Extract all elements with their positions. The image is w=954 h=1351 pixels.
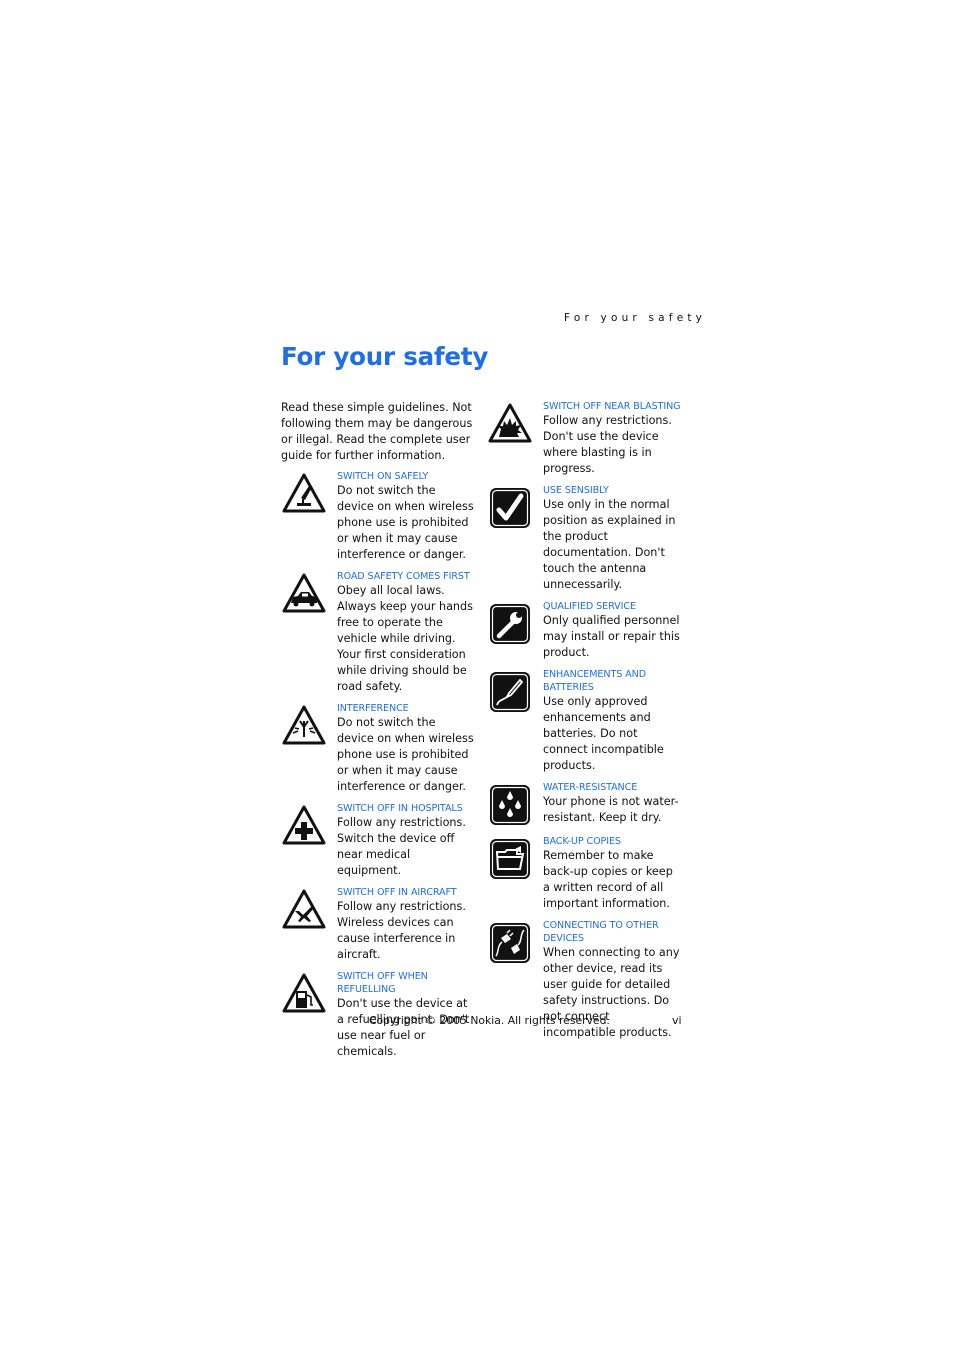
item-heading: WATER-RESISTANCE [543, 782, 638, 793]
safety-item: ENHANCEMENTS AND BATTERIES Use only appr… [487, 668, 687, 774]
item-body: Follow any restrictions. Don't use the d… [543, 414, 672, 475]
interference-icon [281, 703, 327, 749]
safety-item: SWITCH ON SAFELY Do not switch the devic… [281, 470, 481, 563]
copyright-text: Copyright © 2005 Nokia. All rights reser… [369, 1014, 610, 1027]
plugs-icon [487, 920, 533, 966]
item-body: Your phone is not water-resistant. Keep … [543, 795, 679, 824]
running-head: For your safety [564, 312, 707, 324]
switch-on-safely-icon [281, 471, 327, 517]
safety-item: INTERFERENCE Do not switch the device on… [281, 702, 481, 795]
item-body: Use only approved enhancements and batte… [543, 695, 664, 772]
water-drops-icon [487, 782, 533, 828]
item-heading: USE SENSIBLY [543, 485, 609, 496]
item-heading: INTERFERENCE [337, 703, 409, 714]
cable-icon [487, 669, 533, 715]
item-heading: SWITCH OFF IN AIRCRAFT [337, 887, 457, 898]
item-body: Remember to make back-up copies or keep … [543, 849, 673, 910]
safety-item: BACK-UP COPIES Remember to make back-up … [487, 835, 687, 912]
item-body: Follow any restrictions. Switch the devi… [337, 816, 466, 877]
item-body: Only qualified personnel may install or … [543, 614, 680, 659]
safety-item: SWITCH OFF IN HOSPITALS Follow any restr… [281, 802, 481, 879]
safety-item: ROAD SAFETY COMES FIRST Obey all local l… [281, 570, 481, 695]
item-body: Don't use the device at a refuelling poi… [337, 997, 470, 1058]
item-heading: SWITCH OFF IN HOSPITALS [337, 803, 463, 814]
item-body: Obey all local laws. Always keep your ha… [337, 584, 473, 693]
car-icon [281, 571, 327, 617]
wrench-icon [487, 601, 533, 647]
item-body: Do not switch the device on when wireles… [337, 484, 474, 561]
item-heading: SWITCH OFF NEAR BLASTING [543, 401, 681, 412]
item-body: Use only in the normal position as expla… [543, 498, 676, 591]
safety-item: SWITCH OFF NEAR BLASTING Follow any rest… [487, 400, 687, 477]
left-column: Read these simple guidelines. Not follow… [281, 400, 481, 1067]
aircraft-icon [281, 887, 327, 933]
explosion-icon [487, 401, 533, 447]
safety-item: QUALIFIED SERVICE Only qualified personn… [487, 600, 687, 661]
item-heading: QUALIFIED SERVICE [543, 601, 636, 612]
item-body: Do not switch the device on when wireles… [337, 716, 474, 793]
item-heading: SWITCH ON SAFELY [337, 471, 429, 482]
item-heading: ENHANCEMENTS AND BATTERIES [543, 669, 646, 693]
checkmark-icon [487, 485, 533, 531]
safety-item: SWITCH OFF IN AIRCRAFT Follow any restri… [281, 886, 481, 963]
item-heading: ROAD SAFETY COMES FIRST [337, 571, 470, 582]
fuel-pump-icon [281, 971, 327, 1017]
folder-icon [487, 836, 533, 882]
intro-text: Read these simple guidelines. Not follow… [281, 401, 473, 462]
item-body: Follow any restrictions. Wireless device… [337, 900, 466, 961]
page-number: vi [672, 1014, 682, 1027]
page-title: For your safety [281, 342, 489, 371]
hospital-cross-icon [281, 803, 327, 849]
item-heading: BACK-UP COPIES [543, 836, 621, 847]
safety-item: WATER-RESISTANCE Your phone is not water… [487, 781, 687, 828]
safety-item: USE SENSIBLY Use only in the normal posi… [487, 484, 687, 593]
item-heading: CONNECTING TO OTHER DEVICES [543, 920, 659, 944]
right-column: SWITCH OFF NEAR BLASTING Follow any rest… [487, 400, 687, 1048]
item-heading: SWITCH OFF WHEN REFUELLING [337, 971, 428, 995]
